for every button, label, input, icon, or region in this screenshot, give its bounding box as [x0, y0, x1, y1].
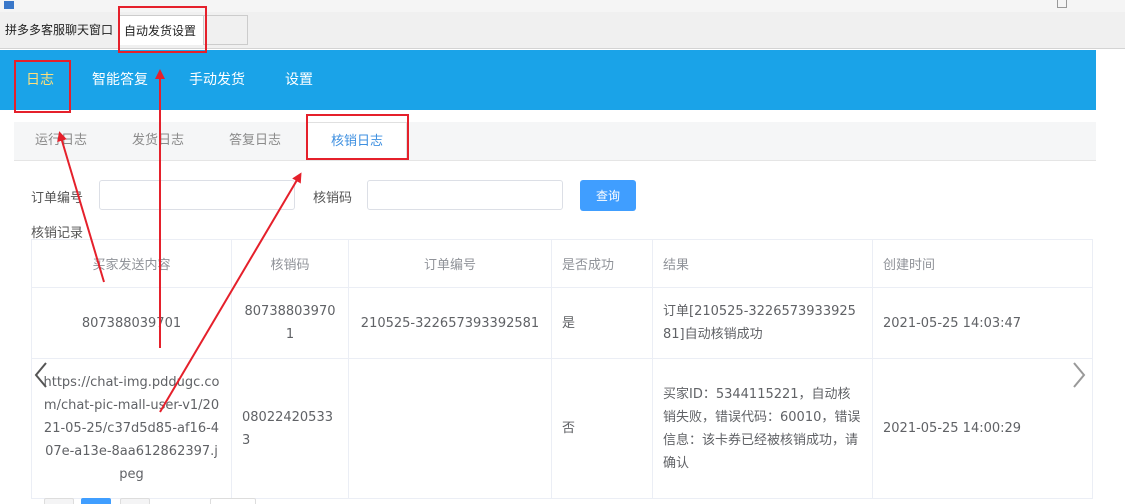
tab-empty[interactable] [204, 15, 248, 45]
main-nav: 日志 智能答复 手动发货 设置 [0, 50, 1096, 110]
order-number-cell: 210525-322657393392581 [348, 287, 552, 359]
verification-records-table: 买家发送内容 核销码 订单编号 是否成功 结果 创建时间 80738803970… [31, 239, 1093, 499]
window-title-bar [0, 0, 1125, 12]
query-button[interactable]: 查询 [580, 180, 636, 211]
order-number-label: 订单编号 [31, 191, 84, 206]
created-time-cell: 2021-05-25 14:03:47 [872, 287, 1093, 359]
success-cell: 否 [551, 358, 653, 499]
success-cell: 是 [551, 287, 653, 359]
column-header: 买家发送内容 [31, 239, 232, 288]
table-header-row: 买家发送内容 核销码 订单编号 是否成功 结果 创建时间 [31, 239, 1093, 288]
verification-code-cell: 080224205333 [231, 358, 349, 499]
subtab-run-log[interactable]: 运行日志 [35, 122, 87, 160]
tab-chat-window[interactable]: 拼多多客服聊天窗口 [0, 15, 118, 45]
verification-code-label: 核销码 [313, 191, 353, 206]
app-window: 拼多多客服聊天窗口 自动发货设置 日志 智能答复 手动发货 设置 运行日志 发货… [0, 0, 1125, 504]
subtab-delivery-log[interactable]: 发货日志 [132, 122, 184, 160]
order-number-input[interactable] [99, 180, 295, 210]
nav-item-settings[interactable]: 设置 [285, 50, 313, 110]
column-header: 核销码 [231, 239, 349, 288]
buyer-content-cell: https://chat-img.pddugc.com/chat-pic-mal… [31, 358, 232, 499]
verification-code-input[interactable] [367, 180, 563, 210]
pagination-next[interactable] [120, 498, 150, 504]
result-cell: 订单[210525-322657393392581]自动核销成功 [652, 287, 873, 359]
window-tab-strip: 拼多多客服聊天窗口 自动发货设置 [0, 12, 1125, 49]
column-header: 订单编号 [348, 239, 552, 288]
log-subtabs: 运行日志 发货日志 答复日志 核销日志 [14, 122, 1096, 161]
tab-auto-delivery-settings[interactable]: 自动发货设置 [118, 15, 204, 45]
column-header: 是否成功 [551, 239, 653, 288]
nav-item-manual-delivery[interactable]: 手动发货 [189, 50, 245, 110]
result-cell: 买家ID：5344115221，自动核销失败，错误代码：60010，错误信息：该… [652, 358, 873, 499]
subtab-reply-log[interactable]: 答复日志 [229, 122, 281, 160]
chevron-left-icon[interactable] [32, 360, 52, 390]
pagination-page[interactable] [81, 498, 111, 504]
table-row: 807388039701 807388039701 210525-3226573… [31, 287, 1093, 359]
column-header: 结果 [652, 239, 873, 288]
verification-code-cell: 807388039701 [231, 287, 349, 359]
pagination-prev[interactable] [44, 498, 74, 504]
column-header: 创建时间 [872, 239, 1093, 288]
order-number-cell [348, 358, 552, 499]
nav-item-log[interactable]: 日志 [26, 50, 54, 110]
pagination-jump-input[interactable] [210, 498, 256, 504]
subtab-verification-log[interactable]: 核销日志 [307, 122, 407, 160]
buyer-content-cell: 807388039701 [31, 287, 232, 359]
chevron-right-icon[interactable] [1068, 360, 1088, 390]
created-time-cell: 2021-05-25 14:00:29 [872, 358, 1093, 499]
maximize-icon[interactable] [1057, 0, 1067, 8]
nav-item-smart-reply[interactable]: 智能答复 [92, 50, 148, 110]
app-icon [4, 1, 14, 9]
table-row: https://chat-img.pddugc.com/chat-pic-mal… [31, 358, 1093, 499]
